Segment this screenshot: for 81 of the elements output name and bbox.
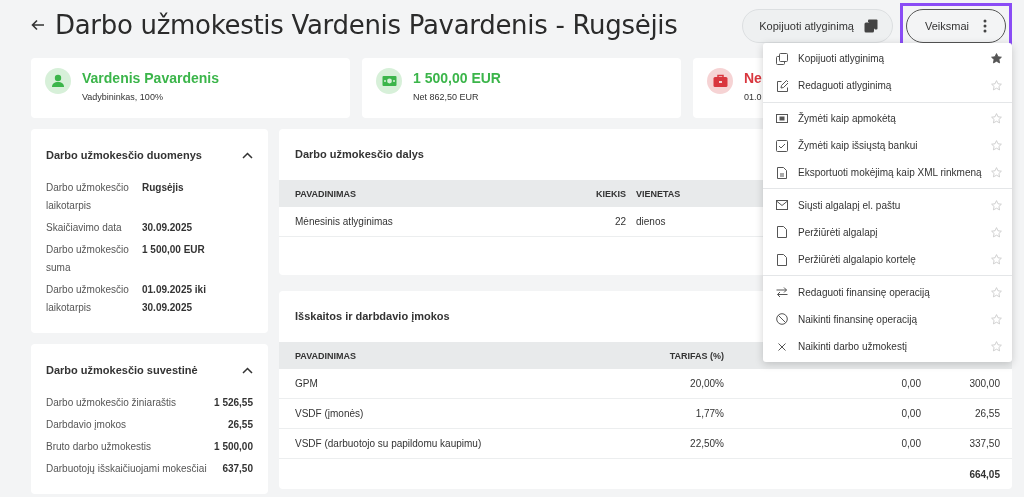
- copy-icon: [776, 52, 788, 65]
- column-header: PAVADINIMAS: [295, 188, 356, 199]
- person-icon: [45, 68, 71, 94]
- field-label: Darbo užmokesčio žiniaraštis: [46, 396, 178, 410]
- menu-item[interactable]: Peržiūrėti algalapio kortelę: [763, 246, 1012, 274]
- field-value: 1 526,55: [214, 396, 253, 410]
- field-label: Bruto darbo užmokestis: [46, 440, 153, 454]
- summary-title: Ne: [744, 70, 762, 86]
- file-icon: [776, 166, 788, 179]
- swap-arrows-icon: [776, 286, 788, 298]
- total-value: 664,05: [969, 468, 1000, 480]
- banknote-icon: [376, 68, 402, 94]
- summary-subtitle: Vadybininkas, 100%: [82, 92, 164, 102]
- file-icon: [776, 253, 788, 266]
- field-value: 30.09.2025: [142, 221, 194, 235]
- table-cell: 300,00: [969, 378, 1000, 389]
- table-cell: 26,55: [974, 408, 1000, 419]
- table-cell: GPM: [295, 378, 318, 389]
- menu-item[interactable]: Redaguoti atlyginimą: [763, 72, 1012, 100]
- field-label: Darbuotojų išskaičiuojami mokesčiai: [46, 462, 208, 476]
- panel-title: Darbo užmokesčio suvestinė: [46, 364, 198, 376]
- collapse-chevron-icon[interactable]: [242, 151, 253, 159]
- menu-item[interactable]: Siųsti algalapį el. paštu: [763, 191, 1012, 219]
- field-label: Darbo užmokesčio suma: [46, 243, 130, 275]
- summary-title: 1 500,00 EUR: [413, 70, 501, 86]
- table-cell: 22,50%: [690, 438, 724, 449]
- field-value: 01.09.2025 iki 30.09.2025: [142, 283, 207, 315]
- menu-item[interactable]: Naikinti finansinę operaciją: [763, 305, 1012, 333]
- edit-icon: [776, 79, 788, 92]
- table-cell: 0,00: [901, 378, 921, 389]
- banknote-icon: [776, 112, 788, 125]
- copy-salary-button[interactable]: Kopijuoti atlyginimą: [742, 9, 893, 43]
- menu-item[interactable]: Kopijuoti atlyginimą: [763, 45, 1012, 73]
- table-cell: 0,00: [901, 408, 921, 419]
- panel-title: Darbo užmokesčio duomenys: [46, 149, 202, 161]
- collapse-chevron-icon[interactable]: [242, 366, 253, 374]
- column-header: VIENETAS: [636, 188, 681, 199]
- field-value: Rugsėjis: [142, 181, 185, 195]
- field-value: 26,55: [226, 418, 253, 432]
- table-cell: 1,77%: [695, 408, 724, 419]
- star-icon[interactable]: [991, 53, 1002, 65]
- field-label: Darbo užmokesčio laikotarpis: [46, 283, 130, 315]
- summary-subtitle: 01.0: [744, 92, 762, 102]
- ban-icon: [776, 313, 788, 326]
- file-icon: [776, 226, 788, 239]
- briefcase-icon: [707, 68, 733, 94]
- column-header: TARIFAS (%): [669, 350, 724, 361]
- close-icon: [776, 340, 788, 353]
- field-value: 1 500,00 EUR: [142, 243, 206, 257]
- menu-item[interactable]: Žymėti kaip apmokėtą: [763, 104, 1012, 132]
- table-cell: 337,50: [969, 438, 1000, 449]
- card-title: Išskaitos ir darbdavio įmokos: [295, 309, 450, 324]
- table-cell: 0,00: [901, 438, 921, 449]
- page-title: Darbo užmokestis Vardenis Pavardenis - Rugsėjis: [55, 10, 678, 40]
- checkbox-icon: [776, 139, 788, 152]
- summary-title: Vardenis Pavardenis: [82, 70, 219, 86]
- column-header: KIEKIS: [596, 188, 626, 199]
- field-value: 637,50: [221, 462, 253, 476]
- copy-icon: [863, 19, 878, 33]
- menu-item[interactable]: Peržiūrėti algalapį: [763, 218, 1012, 247]
- card-title: Darbo užmokesčio dalys: [295, 147, 424, 162]
- mail-icon: [776, 199, 788, 212]
- table-cell: 22: [614, 216, 626, 227]
- field-label: Skaičiavimo data: [46, 221, 123, 235]
- table-cell: 20,00%: [690, 378, 724, 389]
- more-icon: [983, 19, 987, 33]
- column-header: PAVADINIMAS: [295, 350, 356, 361]
- field-value: 1 500,00: [214, 440, 253, 454]
- table-cell: VSDF (įmonės): [295, 408, 364, 419]
- field-label: Darbdavio įmokos: [46, 418, 128, 432]
- table-cell: dienos: [636, 216, 666, 227]
- menu-item[interactable]: Redaguoti finansinę operaciją: [763, 278, 1012, 306]
- menu-item[interactable]: Eksportuoti mokėjimą kaip XML rinkmeną: [763, 159, 1012, 187]
- menu-item[interactable]: Žymėti kaip išsiųstą bankui: [763, 131, 1012, 160]
- actions-button[interactable]: Veiksmai: [905, 9, 1006, 43]
- field-label: Darbo užmokesčio laikotarpis: [46, 181, 130, 213]
- menu-item[interactable]: Naikinti darbo užmokestį: [763, 332, 1012, 361]
- table-cell: VSDF (darbuotojo su papildomu kaupimu): [295, 438, 482, 449]
- back-arrow-icon[interactable]: [31, 19, 45, 31]
- summary-subtitle: Net 862,50 EUR: [413, 92, 480, 102]
- table-cell: Mėnesinis atlyginimas: [295, 216, 393, 227]
